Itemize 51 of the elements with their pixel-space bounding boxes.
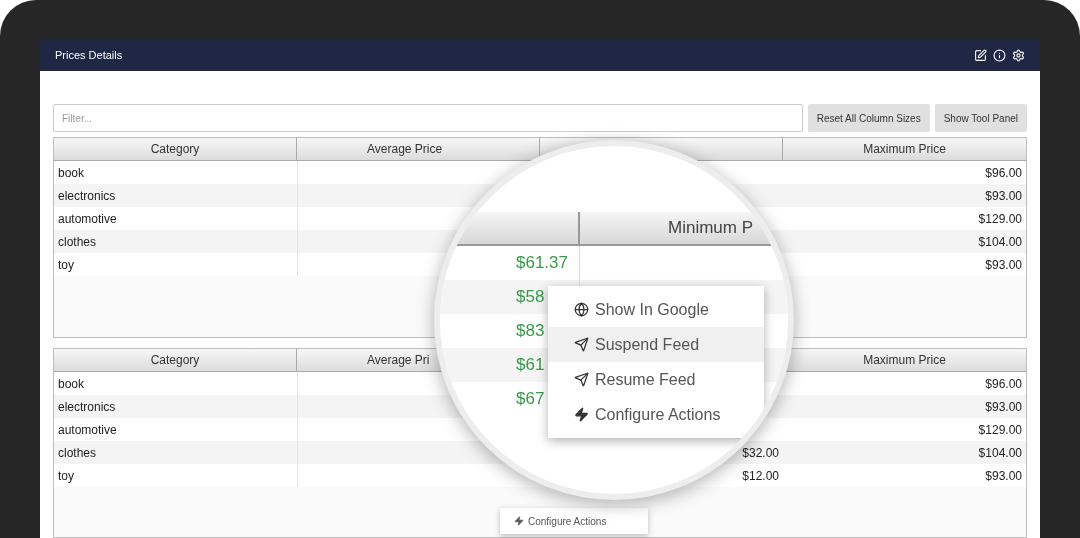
- table-cell-text: $104.00: [978, 444, 1022, 462]
- table-cell-text: $93.00: [985, 187, 1022, 205]
- menu-item[interactable]: Configure Actions: [548, 397, 764, 432]
- table-cell-text: $83: [516, 320, 545, 343]
- column-header[interactable]: Average Pri: [367, 351, 430, 369]
- table-cell-text: book: [58, 164, 85, 182]
- column-header[interactable]: Category: [150, 351, 200, 369]
- table-cell-text: clothes: [58, 444, 97, 462]
- window-title: Prices Details: [55, 48, 123, 64]
- globe-icon: [574, 302, 589, 317]
- table-cell-text: $61.37: [516, 252, 568, 275]
- column-header[interactable]: Maximum Price: [863, 140, 946, 158]
- paper-plane-icon: [574, 372, 589, 387]
- table-cell-text: $93.00: [985, 467, 1022, 485]
- menu-item[interactable]: Show In Google: [548, 292, 764, 327]
- column-header[interactable]: Average Price: [367, 140, 443, 158]
- menu-item[interactable]: Suspend Feed: [548, 327, 764, 362]
- table-cell-text: $61: [516, 354, 545, 377]
- table-cell-text: $12.00: [742, 467, 779, 485]
- column-header[interactable]: Category: [150, 140, 200, 158]
- table-cell-text: electronics: [58, 398, 116, 416]
- table-cell-text: clothes: [58, 233, 97, 251]
- table-cell-text: $58: [516, 286, 545, 309]
- filter-field[interactable]: Filter...: [53, 104, 803, 132]
- menu-item[interactable]: Configure Actions: [528, 513, 607, 529]
- table-cell-text: $96.00: [985, 164, 1022, 182]
- toolbar-button[interactable]: Reset All Column Sizes: [807, 104, 930, 132]
- settings-icon[interactable]: [1012, 49, 1025, 62]
- column-header[interactable]: Minimum P: [668, 215, 753, 241]
- edit-icon[interactable]: [974, 49, 987, 62]
- table-cell-text: book: [58, 375, 85, 393]
- paper-plane-icon: [574, 337, 589, 352]
- table-cell-text: automotive: [58, 210, 117, 228]
- info-icon[interactable]: [993, 49, 1006, 62]
- table-cell-text: automotive: [58, 421, 117, 439]
- table-cell-text: $93.00: [985, 398, 1022, 416]
- table-cell-text: $104.00: [978, 233, 1022, 251]
- table-cell-text: $129.00: [978, 210, 1022, 228]
- table-cell-text: $93.00: [985, 256, 1022, 274]
- table-cell-text: $129.00: [978, 421, 1022, 439]
- table-cell-text: electronics: [58, 187, 116, 205]
- table-cell-text: toy: [58, 256, 74, 274]
- table-cell-text: $96.00: [985, 375, 1022, 393]
- table-cell-text: $32.00: [742, 444, 779, 462]
- lightning-icon: [574, 407, 589, 422]
- lightning-icon: [514, 516, 524, 526]
- column-header[interactable]: Maximum Price: [863, 351, 946, 369]
- menu-item[interactable]: Resume Feed: [548, 362, 764, 397]
- toolbar-button[interactable]: Show Tool Panel: [934, 104, 1027, 132]
- table-cell-text: $67: [516, 388, 545, 411]
- table-cell-text: toy: [58, 467, 74, 485]
